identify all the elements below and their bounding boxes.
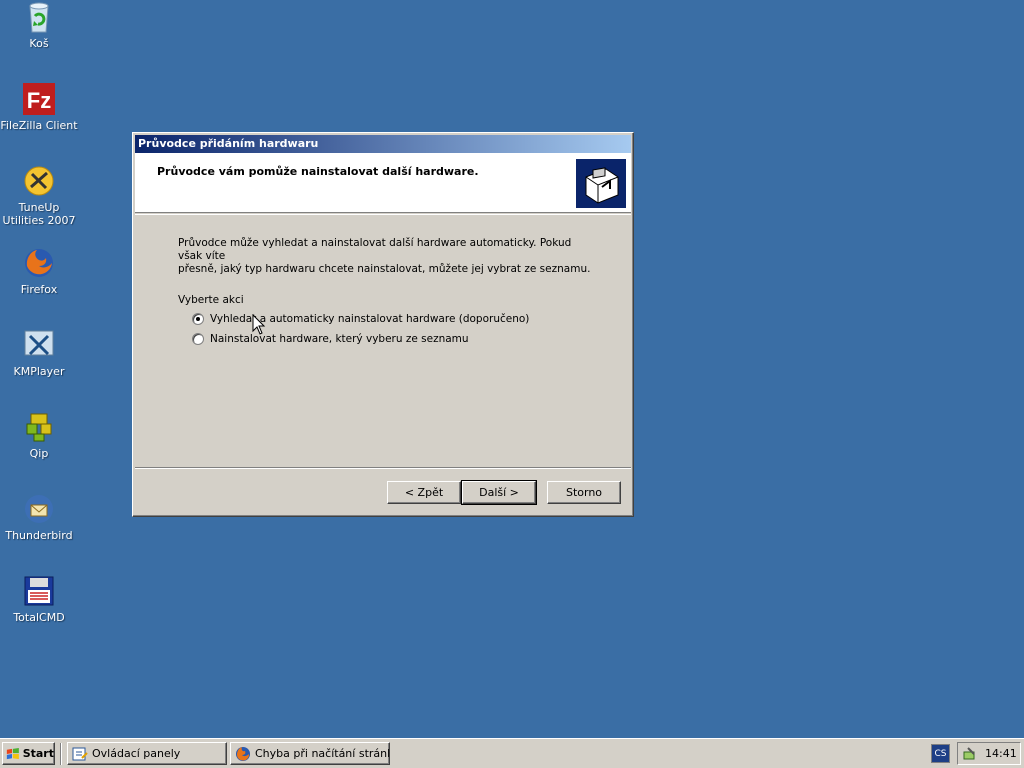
hardware-wizard-icon (576, 159, 626, 208)
option-manual-select[interactable]: Nainstalovat hardware, který vyberu ze s… (192, 333, 469, 345)
dialog-title: Průvodce přidáním hardwaru (138, 137, 319, 150)
windows-logo-icon (6, 747, 19, 759)
desktop-icon-totalcmd[interactable]: TotalCMD (0, 574, 78, 624)
desktop-icon-thunderbird[interactable]: Thunderbird (0, 492, 78, 542)
add-hardware-wizard-dialog: Průvodce přidáním hardwaru Průvodce vám … (132, 132, 634, 517)
recycle-bin-icon (29, 2, 49, 33)
kmplayer-icon (24, 330, 54, 356)
button-separator (135, 467, 631, 469)
start-label: Start (22, 747, 54, 760)
next-button[interactable]: Další > (461, 480, 537, 505)
option-label: Nainstalovat hardware, který vyberu ze s… (210, 333, 469, 345)
wizard-header-title: Průvodce vám pomůže nainstalovat další h… (157, 165, 479, 178)
desktop-icon-label: Qip (29, 447, 49, 460)
language-indicator[interactable]: CS (931, 744, 950, 763)
desktop-icon-label: Koš (29, 37, 49, 50)
desktop-icon-filezilla[interactable]: Fz FileZilla Client (0, 82, 78, 132)
clock[interactable]: 14:41 (985, 747, 1017, 760)
radio-button[interactable] (192, 333, 204, 345)
qip-icon (26, 413, 52, 442)
dialog-title-bar[interactable]: Průvodce přidáním hardwaru (135, 135, 631, 153)
desktop-icon-tuneup[interactable]: TuneUp Utilities 2007 (0, 164, 78, 227)
thunderbird-icon (25, 495, 53, 523)
intro-line-1: Průvodce může vyhledat a nainstalovat da… (178, 237, 572, 262)
system-tray: 14:41 (957, 742, 1021, 765)
task-label: Chyba při načítání stránk... (255, 747, 390, 760)
desktop-icon-recycle-bin[interactable]: Koš (0, 0, 78, 50)
wizard-header: Průvodce vám pomůže nainstalovat další h… (135, 153, 631, 213)
back-button[interactable]: < Zpět (387, 481, 461, 504)
taskbar-item-control-panel[interactable]: Ovládací panely (67, 742, 227, 765)
totalcmd-icon (24, 576, 54, 606)
desktop-icon-label: Thunderbird (5, 529, 73, 542)
wizard-intro-text: Průvodce může vyhledat a nainstalovat da… (178, 237, 598, 276)
svg-text:Fz: Fz (27, 88, 51, 113)
filezilla-icon: Fz (23, 83, 55, 115)
intro-line-2: přesně, jaký typ hardwaru chcete nainsta… (178, 263, 591, 275)
option-label: Vyhledat a automaticky nainstalovat hard… (210, 313, 530, 325)
firefox-icon (236, 746, 250, 761)
cancel-button[interactable]: Storno (547, 481, 621, 504)
control-panel-icon (72, 747, 88, 760)
desktop-icon-label: TotalCMD (13, 611, 65, 624)
desktop-icon-firefox[interactable]: Firefox (0, 246, 78, 296)
start-button[interactable]: Start (2, 742, 55, 765)
desktop-icon-label: TuneUp Utilities 2007 (2, 201, 76, 227)
desktop-icon-kmplayer[interactable]: KMPlayer (0, 328, 78, 378)
taskbar-separator (60, 743, 62, 765)
desktop-icon-label: FileZilla Client (0, 119, 78, 132)
radio-button-selected[interactable] (192, 313, 204, 325)
safely-remove-hardware-icon[interactable] (962, 746, 978, 762)
desktop-icon-label: KMPlayer (13, 365, 65, 378)
option-auto-detect[interactable]: Vyhledat a automaticky nainstalovat hard… (192, 313, 529, 325)
taskbar-item-firefox[interactable]: Chyba při načítání stránk... (230, 742, 390, 765)
task-label: Ovládací panely (92, 747, 181, 760)
firefox-icon (25, 249, 53, 277)
tuneup-icon (24, 166, 54, 196)
taskbar: Start Ovládací panely Chyba při načítání… (0, 738, 1024, 768)
action-group-label: Vyberte akci (178, 294, 244, 306)
desktop-icon-qip[interactable]: Qip (0, 410, 78, 460)
desktop-icon-label: Firefox (20, 283, 58, 296)
